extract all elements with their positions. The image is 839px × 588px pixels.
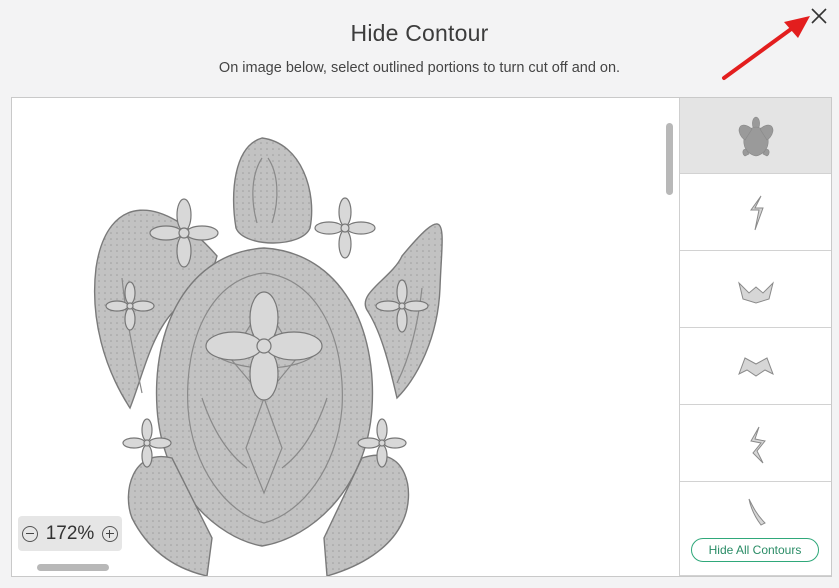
contour-piece-thumbnail-icon [738, 356, 774, 377]
vertical-scrollbar[interactable] [666, 123, 673, 195]
horizontal-scrollbar[interactable] [37, 564, 109, 571]
layer-item-piece-1[interactable] [680, 175, 831, 251]
layer-item-full-turtle[interactable] [680, 98, 831, 174]
zoom-out-icon[interactable] [22, 525, 38, 542]
dialog-title: Hide Contour [350, 20, 489, 46]
layer-item-piece-5[interactable] [680, 483, 831, 576]
red-arrow-annotation [722, 16, 810, 80]
layer-item-piece-3[interactable] [680, 329, 831, 405]
contour-layer-list: Hide All Contours [679, 98, 831, 576]
zoom-in-icon[interactable] [101, 525, 118, 542]
hide-contour-dialog: Hide Contour On image below, select outl… [0, 0, 839, 588]
contour-piece-thumbnail-icon [750, 426, 766, 463]
hide-all-contours-button[interactable]: Hide All Contours [691, 538, 819, 562]
layer-item-piece-2[interactable] [680, 252, 831, 328]
contour-piece-thumbnail-icon [748, 498, 766, 526]
zoom-control: 172% [18, 516, 122, 551]
dialog-subtitle: On image below, select outlined portions… [218, 60, 621, 76]
contour-panel: 172% Hide All Contours [11, 97, 832, 577]
turtle-thumbnail-icon [738, 116, 774, 156]
contour-piece-thumbnail-icon [738, 280, 774, 304]
turtle-artwork[interactable] [12, 98, 679, 576]
image-canvas[interactable]: 172% [12, 98, 679, 576]
layer-item-piece-4[interactable] [680, 406, 831, 482]
contour-piece-thumbnail-icon [750, 195, 764, 230]
zoom-value: 172% [45, 522, 95, 544]
